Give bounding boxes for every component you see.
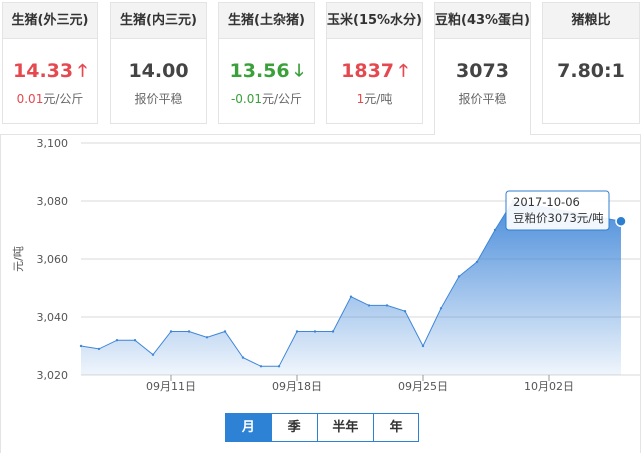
card-title: 猪粮比 (543, 3, 639, 39)
data-point[interactable] (187, 330, 191, 333)
card-change: -0.01元/公斤 (230, 92, 303, 106)
price-cards: 生猪(外三元) 14.33 🡑 0.01元/公斤 生猪(内三元) 14.00 报价… (0, 0, 642, 135)
data-point[interactable] (331, 330, 335, 333)
data-point[interactable] (133, 339, 137, 342)
arrow-down-icon: 🡓 (294, 61, 304, 81)
y-tick-label: 3,100 (37, 137, 69, 150)
data-point[interactable] (313, 330, 317, 333)
y-tick-label: 3,060 (37, 253, 69, 266)
tab-year[interactable]: 年 (373, 413, 419, 442)
y-axis-label: 元/吨 (12, 246, 25, 272)
data-point[interactable] (421, 344, 425, 348)
card-price: 13.56 🡓 (229, 60, 304, 82)
card-change: 1元/吨 (356, 92, 393, 106)
arrow-up-icon: 🡑 (78, 61, 87, 81)
card-price: 14.33 🡑 (13, 60, 87, 82)
card-price: 3073 (456, 60, 509, 82)
card-title: 豆粕(43%蛋白) (435, 3, 530, 39)
tooltip-date: 2017-10-06 (513, 195, 580, 209)
card-price: 14.00 (128, 60, 189, 82)
data-point[interactable] (205, 336, 209, 339)
tooltip-value: 豆粕价3073元/吨 (513, 211, 604, 225)
y-tick-label: 3,020 (37, 369, 69, 382)
data-point[interactable] (295, 330, 299, 333)
price-card-pig-local[interactable]: 生猪(土杂猪) 13.56 🡓 -0.01元/公斤 (218, 2, 315, 124)
data-point[interactable] (223, 330, 227, 333)
arrow-up-icon: 🡑 (399, 61, 408, 81)
data-point[interactable] (259, 365, 263, 368)
data-point[interactable] (367, 304, 371, 307)
data-point[interactable] (97, 347, 101, 351)
price-card-corn[interactable]: 玉米(15%水分) 1837 🡑 1元/吨 (326, 2, 423, 124)
data-point[interactable] (169, 330, 173, 333)
data-point[interactable] (457, 275, 461, 278)
data-point[interactable] (277, 365, 281, 368)
price-card-pig-inner[interactable]: 生猪(内三元) 14.00 报价平稳 (110, 2, 207, 124)
x-tick-label: 10月02日 (524, 380, 574, 393)
card-title: 玉米(15%水分) (327, 3, 422, 39)
price-card-pig-grain-ratio[interactable]: 猪粮比 7.80:1 (542, 2, 640, 124)
data-point[interactable] (475, 260, 479, 264)
data-point[interactable] (403, 310, 407, 313)
period-tabs: 月 季 半年 年 (225, 413, 419, 442)
price-chart[interactable]: 3,100 3,080 3,060 3,040 3,020 元/吨 09月11日 09月1… (0, 134, 642, 404)
data-point[interactable] (439, 307, 443, 310)
y-tick-label: 3,080 (37, 195, 69, 208)
data-point[interactable] (79, 344, 83, 348)
card-change: 报价平稳 (458, 92, 507, 106)
card-title: 生猪(内三元) (111, 3, 206, 39)
price-card-pig-outer[interactable]: 生猪(外三元) 14.33 🡑 0.01元/公斤 (2, 2, 98, 124)
card-change: 0.01元/公斤 (16, 92, 84, 106)
card-title: 生猪(土杂猪) (219, 3, 314, 39)
data-point[interactable] (349, 295, 353, 298)
highlight-point[interactable] (615, 215, 627, 228)
x-tick-label: 09月25日 (398, 380, 448, 393)
tab-month[interactable]: 月 (225, 413, 272, 442)
tab-quarter[interactable]: 季 (270, 413, 318, 442)
x-tick-label: 09月18日 (272, 380, 322, 393)
data-point[interactable] (493, 228, 497, 232)
data-point[interactable] (385, 304, 389, 307)
y-tick-label: 3,040 (37, 311, 69, 324)
data-point[interactable] (151, 353, 155, 356)
price-card-soybean-meal[interactable]: 豆粕(43%蛋白) 3073 报价平稳 (434, 2, 531, 135)
card-change: 报价平稳 (134, 92, 183, 106)
card-title: 生猪(外三元) (3, 3, 97, 39)
card-price: 7.80:1 (557, 60, 625, 82)
x-tick-label: 09月11日 (146, 380, 196, 393)
data-point[interactable] (241, 356, 245, 359)
card-price: 1837 🡑 (341, 60, 408, 82)
data-point[interactable] (115, 339, 119, 342)
tab-half-year[interactable]: 半年 (316, 413, 375, 442)
